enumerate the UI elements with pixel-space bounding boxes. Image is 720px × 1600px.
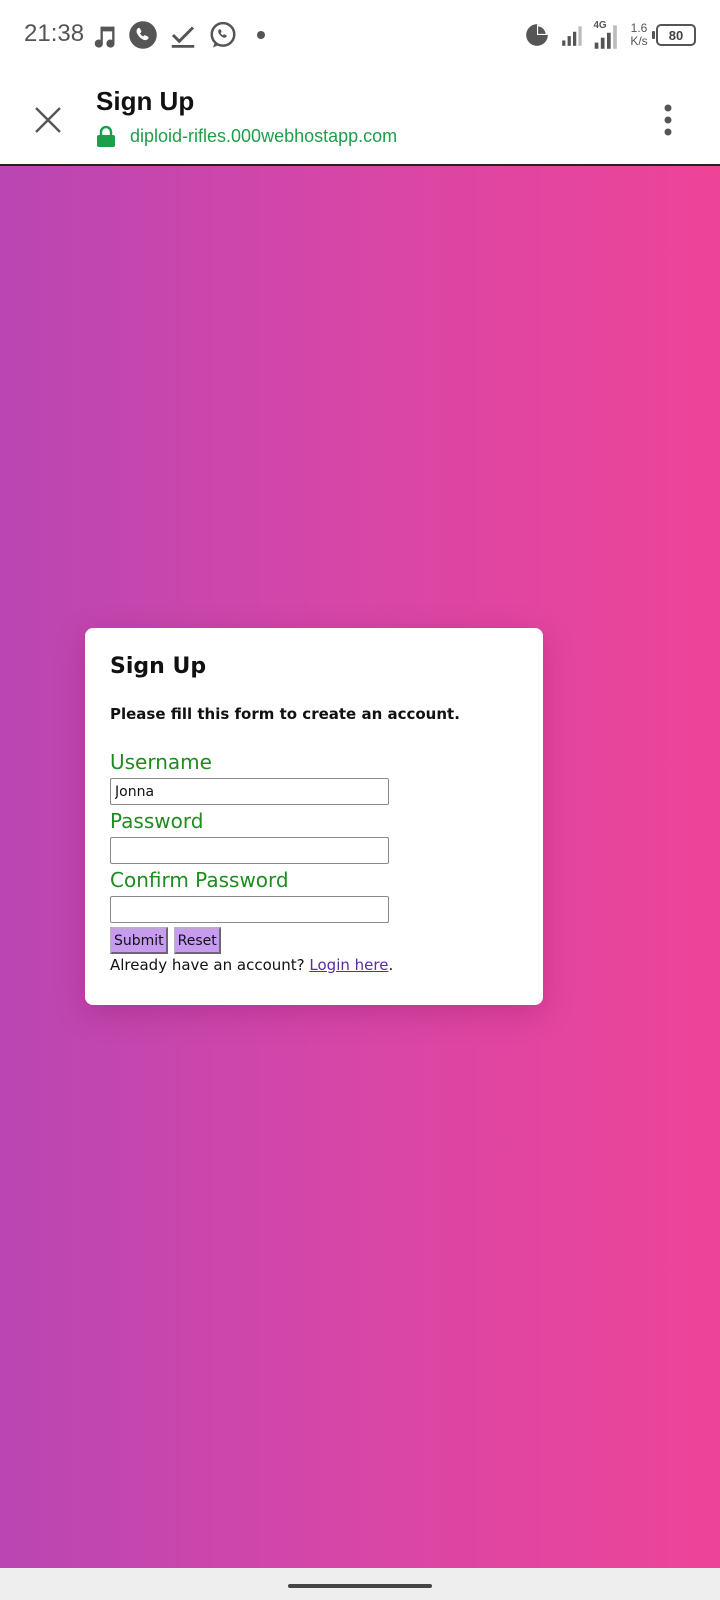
username-label: Username bbox=[110, 750, 212, 774]
lock-icon bbox=[97, 125, 115, 147]
confirm-password-input[interactable] bbox=[110, 896, 389, 923]
confirm-password-label: Confirm Password bbox=[110, 868, 289, 892]
page-title: Sign Up bbox=[96, 86, 195, 116]
status-bar: 21:38 4G 1.6 K/s 80 bbox=[0, 0, 720, 72]
battery-level: 80 bbox=[668, 27, 684, 43]
reset-button[interactable]: Reset bbox=[173, 927, 221, 954]
svg-text:4G: 4G bbox=[593, 20, 606, 31]
music-icon bbox=[94, 26, 115, 48]
page-background: Sign Up Please fill this form to create … bbox=[0, 166, 720, 1568]
home-gesture-handle[interactable] bbox=[288, 1584, 432, 1588]
login-line: Already have an account? Login here. bbox=[110, 956, 518, 974]
system-nav-bar bbox=[0, 1568, 720, 1600]
login-prefix: Already have an account? bbox=[110, 956, 305, 974]
net-speed-unit: K/s bbox=[630, 34, 648, 48]
form-heading: Sign Up bbox=[110, 654, 207, 679]
signal-icon bbox=[562, 26, 582, 46]
submit-button[interactable]: Submit bbox=[110, 927, 168, 954]
username-input[interactable] bbox=[110, 778, 389, 805]
form-subtitle: Please fill this form to create an accou… bbox=[110, 705, 460, 723]
dot-icon bbox=[257, 31, 265, 39]
url-text: diploid-rifles.000webhostapp.com bbox=[130, 125, 398, 146]
url-row[interactable]: diploid-rifles.000webhostapp.com bbox=[96, 122, 397, 150]
button-row: Submit Reset bbox=[110, 927, 518, 954]
password-label: Password bbox=[110, 809, 204, 833]
close-icon[interactable] bbox=[28, 100, 68, 140]
browser-toolbar: Sign Up diploid-rifles.000webhostapp.com bbox=[0, 72, 720, 166]
signal-4g-icon: 4G bbox=[593, 20, 617, 49]
data-saver-icon bbox=[526, 24, 548, 46]
phone-notification-icon bbox=[129, 21, 157, 49]
net-speed: 1.6 K/s bbox=[626, 22, 652, 48]
battery-icon: 80 bbox=[652, 24, 696, 46]
download-done-icon bbox=[171, 26, 195, 48]
whatsapp-icon bbox=[210, 21, 236, 48]
password-input[interactable] bbox=[110, 837, 389, 864]
login-suffix: . bbox=[388, 956, 394, 974]
status-time: 21:38 bbox=[24, 20, 85, 47]
more-options-icon[interactable] bbox=[652, 100, 684, 140]
signup-card: Sign Up Please fill this form to create … bbox=[85, 628, 543, 1005]
login-link[interactable]: Login here bbox=[309, 956, 388, 974]
